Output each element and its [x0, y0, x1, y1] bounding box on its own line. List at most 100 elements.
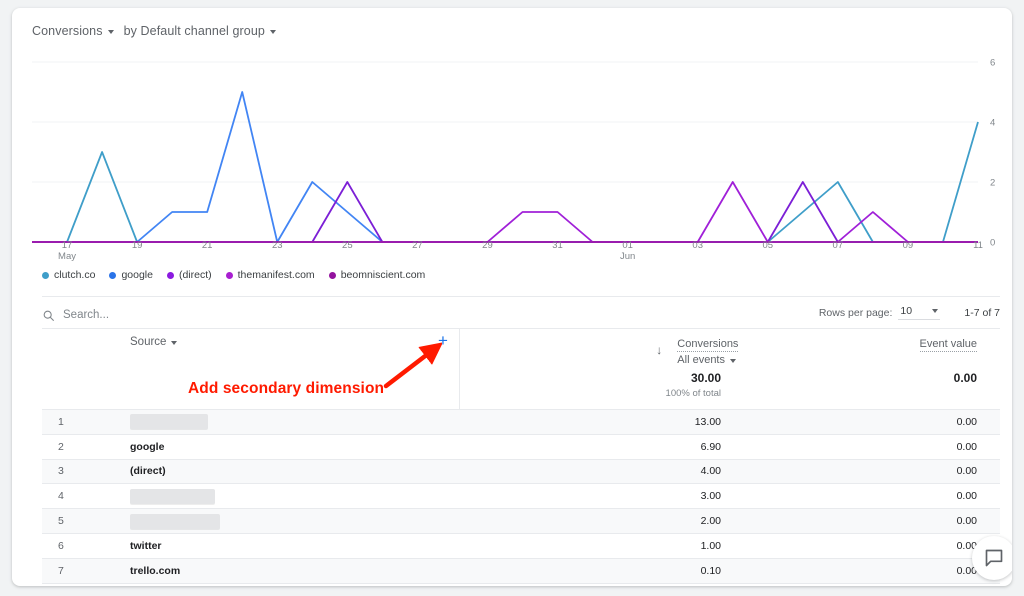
conversions-cell: 6.90 [700, 440, 721, 453]
event-value-cell: 0.00 [956, 539, 977, 552]
legend-item[interactable]: beomniscient.com [328, 269, 426, 281]
legend-label: themanifest.com [237, 269, 315, 281]
table-row[interactable]: 7 trello.com 0.10 0.00 [42, 557, 1000, 583]
chevron-down-icon [730, 359, 736, 363]
chart-canvas: 0246 [32, 58, 995, 249]
chart-legend[interactable]: clutch.co google (direct) themanifest.com be… [42, 269, 425, 281]
legend-item[interactable]: (direct) [166, 269, 212, 281]
x-axis-tick-label: 11 [973, 240, 983, 251]
total-conversions-percent: 100% of total [665, 388, 721, 399]
legend-color-dot [328, 271, 336, 279]
legend-label: beomniscient.com [340, 269, 426, 281]
feedback-bubble-icon [985, 549, 1003, 567]
x-axis-tick-label: 03 [692, 240, 703, 251]
source-cell[interactable]: google [130, 441, 164, 453]
x-axis-tick-label: 23 [272, 240, 283, 251]
chart-x-axis: 17 May 19 21 23 25 27 29 31 01 Jun 03 05 07 09 11 [32, 240, 1000, 266]
x-axis-tick-label: 17 May [58, 240, 76, 262]
rows-per-page-value: 10 [900, 305, 913, 317]
legend-item[interactable]: google [109, 269, 153, 281]
legend-label: google [121, 269, 153, 281]
annotation-label: Add secondary dimension [188, 380, 385, 397]
event-value-cell: 0.00 [956, 515, 977, 528]
app-background: Conversions by Default channel group 024… [0, 0, 1024, 596]
search-input[interactable] [63, 309, 363, 321]
legend-item[interactable]: clutch.co [42, 269, 95, 281]
table-header: Source + ↓ Conversions All events Event … [42, 329, 1000, 409]
x-axis-tick-label: 07 [833, 240, 844, 251]
x-tick-day: 07 [832, 240, 844, 251]
x-tick-day: 09 [902, 240, 914, 251]
rows-per-page-select[interactable]: 10 [898, 305, 941, 320]
table-row[interactable]: 4 3.00 0.00 [42, 483, 1000, 509]
source-cell[interactable]: (direct) [130, 465, 166, 477]
legend-label: (direct) [178, 269, 212, 281]
event-value-header-label: Event value [919, 338, 977, 352]
chart-dimension-selector[interactable]: by Default channel group [124, 24, 280, 38]
arrow-down-icon[interactable]: ↓ [656, 344, 662, 356]
legend-color-dot [166, 271, 174, 279]
y-axis-tick-label: 6 [990, 58, 995, 69]
conversions-event-filter[interactable]: All events [677, 354, 740, 366]
chevron-down-icon [932, 309, 939, 313]
x-tick-day: 11 [973, 240, 983, 251]
x-tick-day: 19 [131, 240, 143, 251]
chevron-down-icon [171, 341, 178, 345]
x-tick-day: 01 [622, 240, 633, 251]
x-tick-day: 23 [271, 240, 283, 251]
row-index: 1 [58, 415, 64, 428]
x-tick-day: 29 [482, 240, 493, 251]
table-bottom-divider [42, 582, 1000, 584]
conversions-header[interactable]: ↓ Conversions All events [656, 334, 740, 366]
x-axis-tick-label: 05 [762, 240, 773, 251]
dimension-header[interactable]: Source [130, 336, 181, 348]
x-axis-tick-label: 31 [552, 240, 563, 251]
conversions-cell: 13.00 [694, 415, 721, 428]
conversions-cell: 1.00 [700, 539, 721, 552]
legend-label: clutch.co [54, 269, 96, 281]
x-axis-tick-label: 29 [482, 240, 493, 251]
conversions-header-label: Conversions [677, 338, 739, 352]
x-axis-tick-label: 01 Jun [620, 240, 635, 262]
legend-color-dot [42, 271, 49, 279]
row-index: 4 [58, 490, 64, 503]
source-cell[interactable]: twitter [130, 540, 162, 552]
redacted-source-value [130, 488, 215, 504]
source-cell[interactable] [130, 488, 215, 504]
table-body: 1 13.00 0.00 2 google 6.90 0.00 3 (direct) 4.00 0.… [42, 409, 1000, 584]
legend-item[interactable]: themanifest.com [225, 269, 315, 281]
x-tick-day: 03 [692, 240, 703, 251]
table-row[interactable]: 6 twitter 1.00 0.00 [42, 532, 1000, 558]
dimension-header-label: Source [130, 336, 167, 348]
conversions-line-chart[interactable]: 0246 [32, 52, 1000, 252]
conversions-cell: 3.00 [700, 490, 721, 503]
x-axis-tick-label: 27 [412, 240, 423, 251]
data-table: Source + ↓ Conversions All events Event … [42, 329, 1000, 584]
source-cell[interactable] [130, 513, 220, 529]
legend-color-dot [109, 271, 117, 279]
event-value-cell: 0.00 [956, 465, 977, 478]
table-row[interactable]: 1 13.00 0.00 [42, 409, 1000, 434]
x-axis-tick-label: 19 [132, 240, 143, 251]
event-value-cell: 0.00 [956, 415, 977, 428]
feedback-button[interactable] [972, 536, 1012, 580]
conversions-event-filter-label: All events [677, 354, 725, 366]
table-row[interactable]: 3 (direct) 4.00 0.00 [42, 458, 1000, 484]
table-row[interactable]: 2 google 6.90 0.00 [42, 433, 1000, 459]
rows-per-page-label: Rows per page: [818, 306, 893, 319]
event-value-header[interactable]: Event value [919, 334, 977, 352]
chart-header: Conversions by Default channel group [32, 24, 280, 38]
table-row[interactable]: 5 2.00 0.00 [42, 508, 1000, 533]
totals-row: 30.00 100% of total 0.00 [42, 371, 1000, 405]
source-cell[interactable] [130, 414, 208, 430]
x-tick-day: 27 [412, 240, 423, 251]
redacted-source-value [130, 414, 208, 430]
chart-dimension-label: by Default channel group [123, 24, 265, 38]
y-axis-tick-label: 2 [990, 178, 995, 189]
redacted-source-value [130, 513, 220, 529]
chart-metric-selector[interactable]: Conversions [32, 24, 118, 38]
conversions-cell: 4.00 [700, 465, 721, 478]
row-index: 3 [58, 465, 64, 478]
row-index: 5 [58, 515, 64, 528]
source-cell[interactable]: trello.com [130, 565, 180, 577]
